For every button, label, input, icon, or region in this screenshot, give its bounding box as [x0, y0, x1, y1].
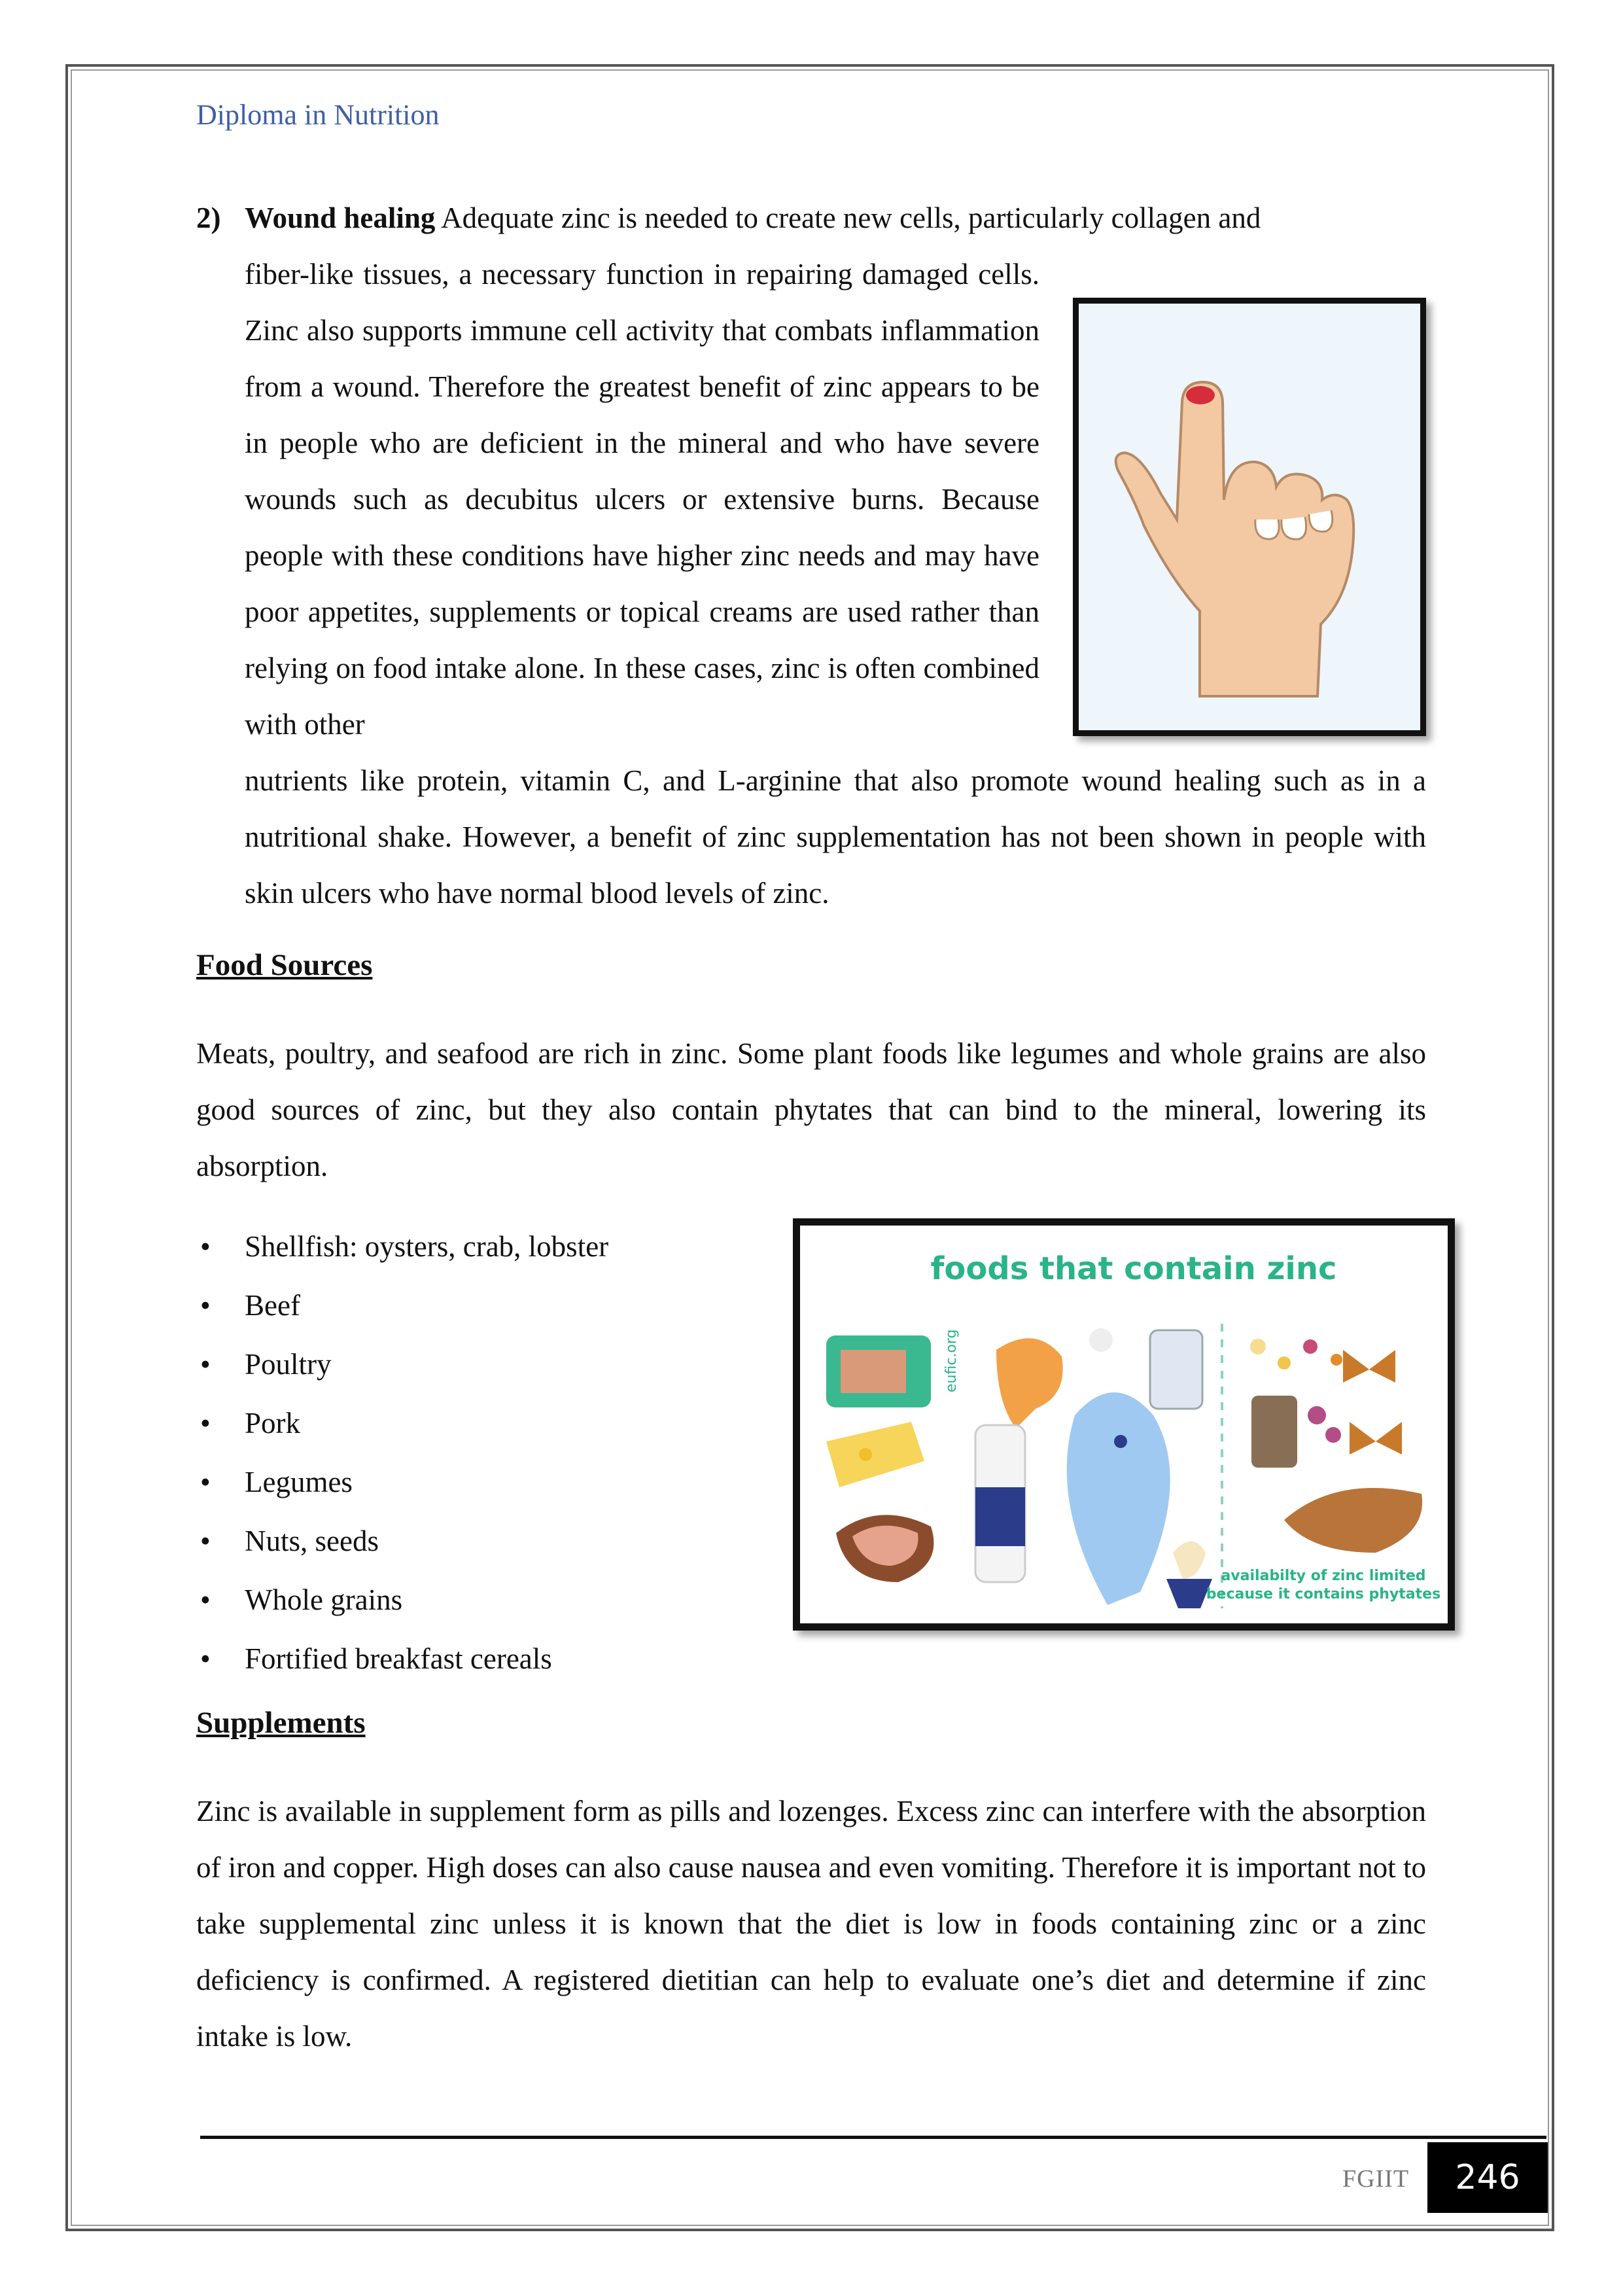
food-sources-text: Meats, poultry, and seafood are rich in …: [196, 1037, 1426, 1182]
svg-text:eufic.org: eufic.org: [943, 1329, 960, 1392]
food-sources-list: • Shellfish: oysters, crab, lobster • Beef…: [196, 1217, 608, 1688]
list-item: • Beef: [200, 1289, 300, 1322]
zinc-foods-infographic: foods that contain zinc eufic.org availa…: [793, 1218, 1455, 1631]
page-number: 246: [1427, 2142, 1548, 2213]
injured-finger-illustration: [1073, 298, 1426, 736]
list-item: • Shellfish: oysters, crab, lobster: [200, 1230, 609, 1263]
wound-lead: Wound healing: [245, 202, 436, 234]
wound-body-narrow: fiber-like tissues, a necessary function…: [245, 258, 1039, 741]
list-item: • Nuts, seeds: [200, 1525, 379, 1557]
food-sources-heading: Food Sources: [196, 948, 373, 982]
wound-body-wide: nutrients like protein, vitamin C, and L…: [245, 764, 1426, 910]
list-item: • Legumes: [200, 1466, 353, 1498]
zinc-foods-illustration: foods that contain zinc eufic.org availa…: [800, 1226, 1448, 1623]
hand-icon: [1079, 304, 1420, 730]
list-item: • Poultry: [200, 1348, 332, 1381]
footer-rule: [200, 2136, 1546, 2139]
wound-first-line: 2) Wound healing Adequate zinc is needed …: [196, 190, 1426, 246]
wound-line1: Adequate zinc is needed to create new ce…: [435, 202, 1261, 234]
list-item: • Fortified breakfast cereals: [200, 1642, 552, 1675]
list-item: • Pork: [200, 1407, 301, 1439]
item-number: 2): [196, 202, 221, 234]
supplements-text: Zinc is available in supplement form as …: [196, 1795, 1426, 2053]
svg-text:foods that contain zinc: foods that contain zinc: [931, 1250, 1337, 1287]
svg-text:availabilty of zinc limited: availabilty of zinc limited: [1221, 1568, 1425, 1584]
supplements-heading: Supplements: [196, 1706, 366, 1740]
list-item: • Whole grains: [200, 1583, 403, 1616]
running-header: Diploma in Nutrition: [196, 99, 440, 131]
svg-text:because it contains phytates: because it contains phytates: [1206, 1586, 1440, 1602]
footer-label: FGIIT: [1342, 2165, 1410, 2193]
